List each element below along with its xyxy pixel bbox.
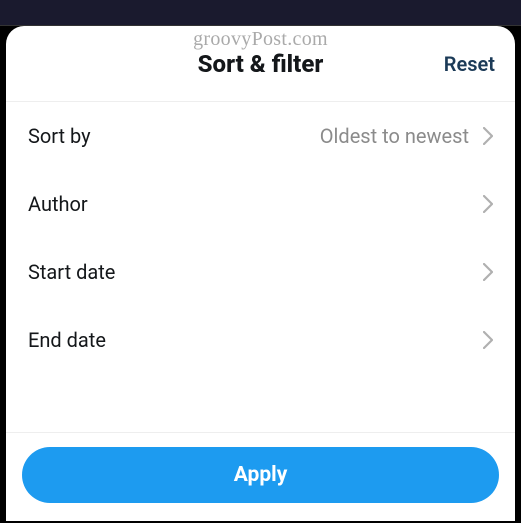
reset-button[interactable]: Reset <box>444 52 495 76</box>
end-date-label: End date <box>28 328 106 352</box>
chevron-right-icon <box>483 263 493 281</box>
sheet-title: Sort & filter <box>198 50 324 78</box>
sort-by-label: Sort by <box>28 124 91 148</box>
start-date-right <box>469 263 493 281</box>
filter-list: Sort by Oldest to newest Author Start da… <box>6 102 515 432</box>
sort-filter-sheet: Sort & filter Reset Sort by Oldest to ne… <box>6 26 515 521</box>
chevron-right-icon <box>483 331 493 349</box>
chevron-right-icon <box>483 195 493 213</box>
start-date-row[interactable]: Start date <box>14 238 507 306</box>
sort-by-value: Oldest to newest <box>320 124 469 148</box>
start-date-label: Start date <box>28 260 115 284</box>
sort-by-row[interactable]: Sort by Oldest to newest <box>14 102 507 170</box>
sheet-header: Sort & filter Reset <box>6 26 515 102</box>
background-top-bar <box>0 0 521 26</box>
chevron-right-icon <box>483 127 493 145</box>
apply-button[interactable]: Apply <box>22 447 499 503</box>
sheet-footer: Apply <box>6 432 515 521</box>
author-row[interactable]: Author <box>14 170 507 238</box>
author-label: Author <box>28 192 88 216</box>
sort-by-right: Oldest to newest <box>320 124 493 148</box>
author-right <box>469 195 493 213</box>
end-date-row[interactable]: End date <box>14 306 507 374</box>
end-date-right <box>469 331 493 349</box>
